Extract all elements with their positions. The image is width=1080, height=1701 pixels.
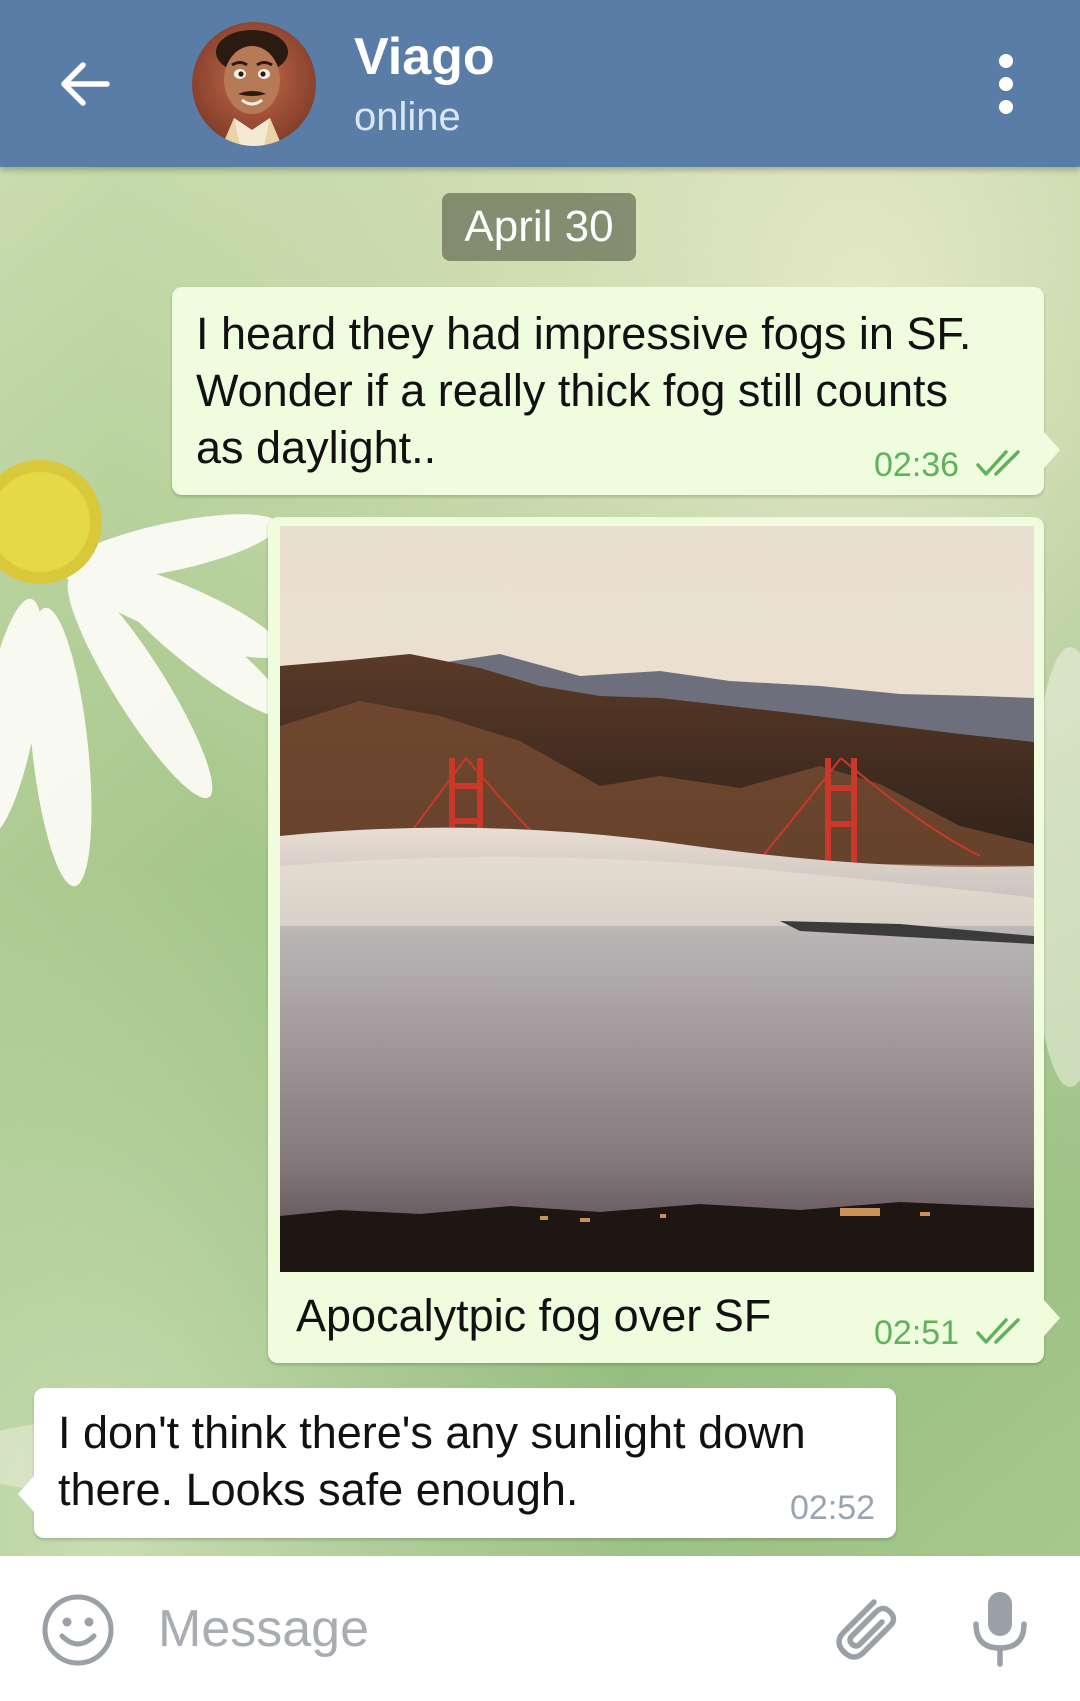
message-text: I don't think there's any sunlight down … (58, 1404, 878, 1518)
contact-status: online (354, 95, 461, 139)
outgoing-message[interactable]: I heard they had impressive fogs in SF. … (172, 287, 1044, 495)
chat-header: Viago online (0, 0, 1080, 167)
bubble-tail (1044, 1300, 1060, 1336)
photo-caption: Apocalytpic fog over SF (296, 1290, 772, 1341)
incoming-message[interactable]: I don't think there's any sunlight down … (34, 1388, 896, 1538)
avatar[interactable] (192, 22, 316, 146)
voice-record-button[interactable] (960, 1586, 1040, 1670)
emoji-button[interactable] (40, 1592, 116, 1668)
bubble-tail (1044, 432, 1060, 468)
message-time: 02:51 (874, 1314, 960, 1352)
message-input[interactable] (150, 1586, 806, 1672)
message-line: I don't think there's any sunlight down (58, 1407, 806, 1458)
paperclip-icon (836, 1599, 897, 1660)
contact-name[interactable]: Viago (354, 26, 495, 88)
fog-photo[interactable] (280, 526, 1034, 1272)
double-check-icon (976, 450, 1020, 476)
date-separator: April 30 (442, 193, 636, 261)
message-line: there. Looks safe enough. (58, 1464, 579, 1515)
double-check-icon (976, 1318, 1020, 1344)
message-line: Wonder if a really thick fog still count… (196, 365, 948, 416)
more-options-button[interactable] (976, 48, 1036, 120)
emoji-icon (42, 1594, 114, 1666)
message-time: 02:52 (790, 1489, 876, 1527)
message-composer (0, 1556, 1080, 1701)
chat-screen: Viago online April 30 I heard they had i… (0, 0, 1080, 1701)
message-time: 02:36 (874, 446, 960, 484)
bubble-tail (18, 1476, 34, 1512)
more-vertical-icon (999, 54, 1013, 114)
microphone-icon (973, 1592, 1027, 1667)
arrow-left-icon (61, 62, 110, 106)
attach-button[interactable] (824, 1588, 904, 1668)
message-line: I heard they had impressive fogs in SF. (196, 308, 972, 359)
back-button[interactable] (44, 44, 124, 124)
